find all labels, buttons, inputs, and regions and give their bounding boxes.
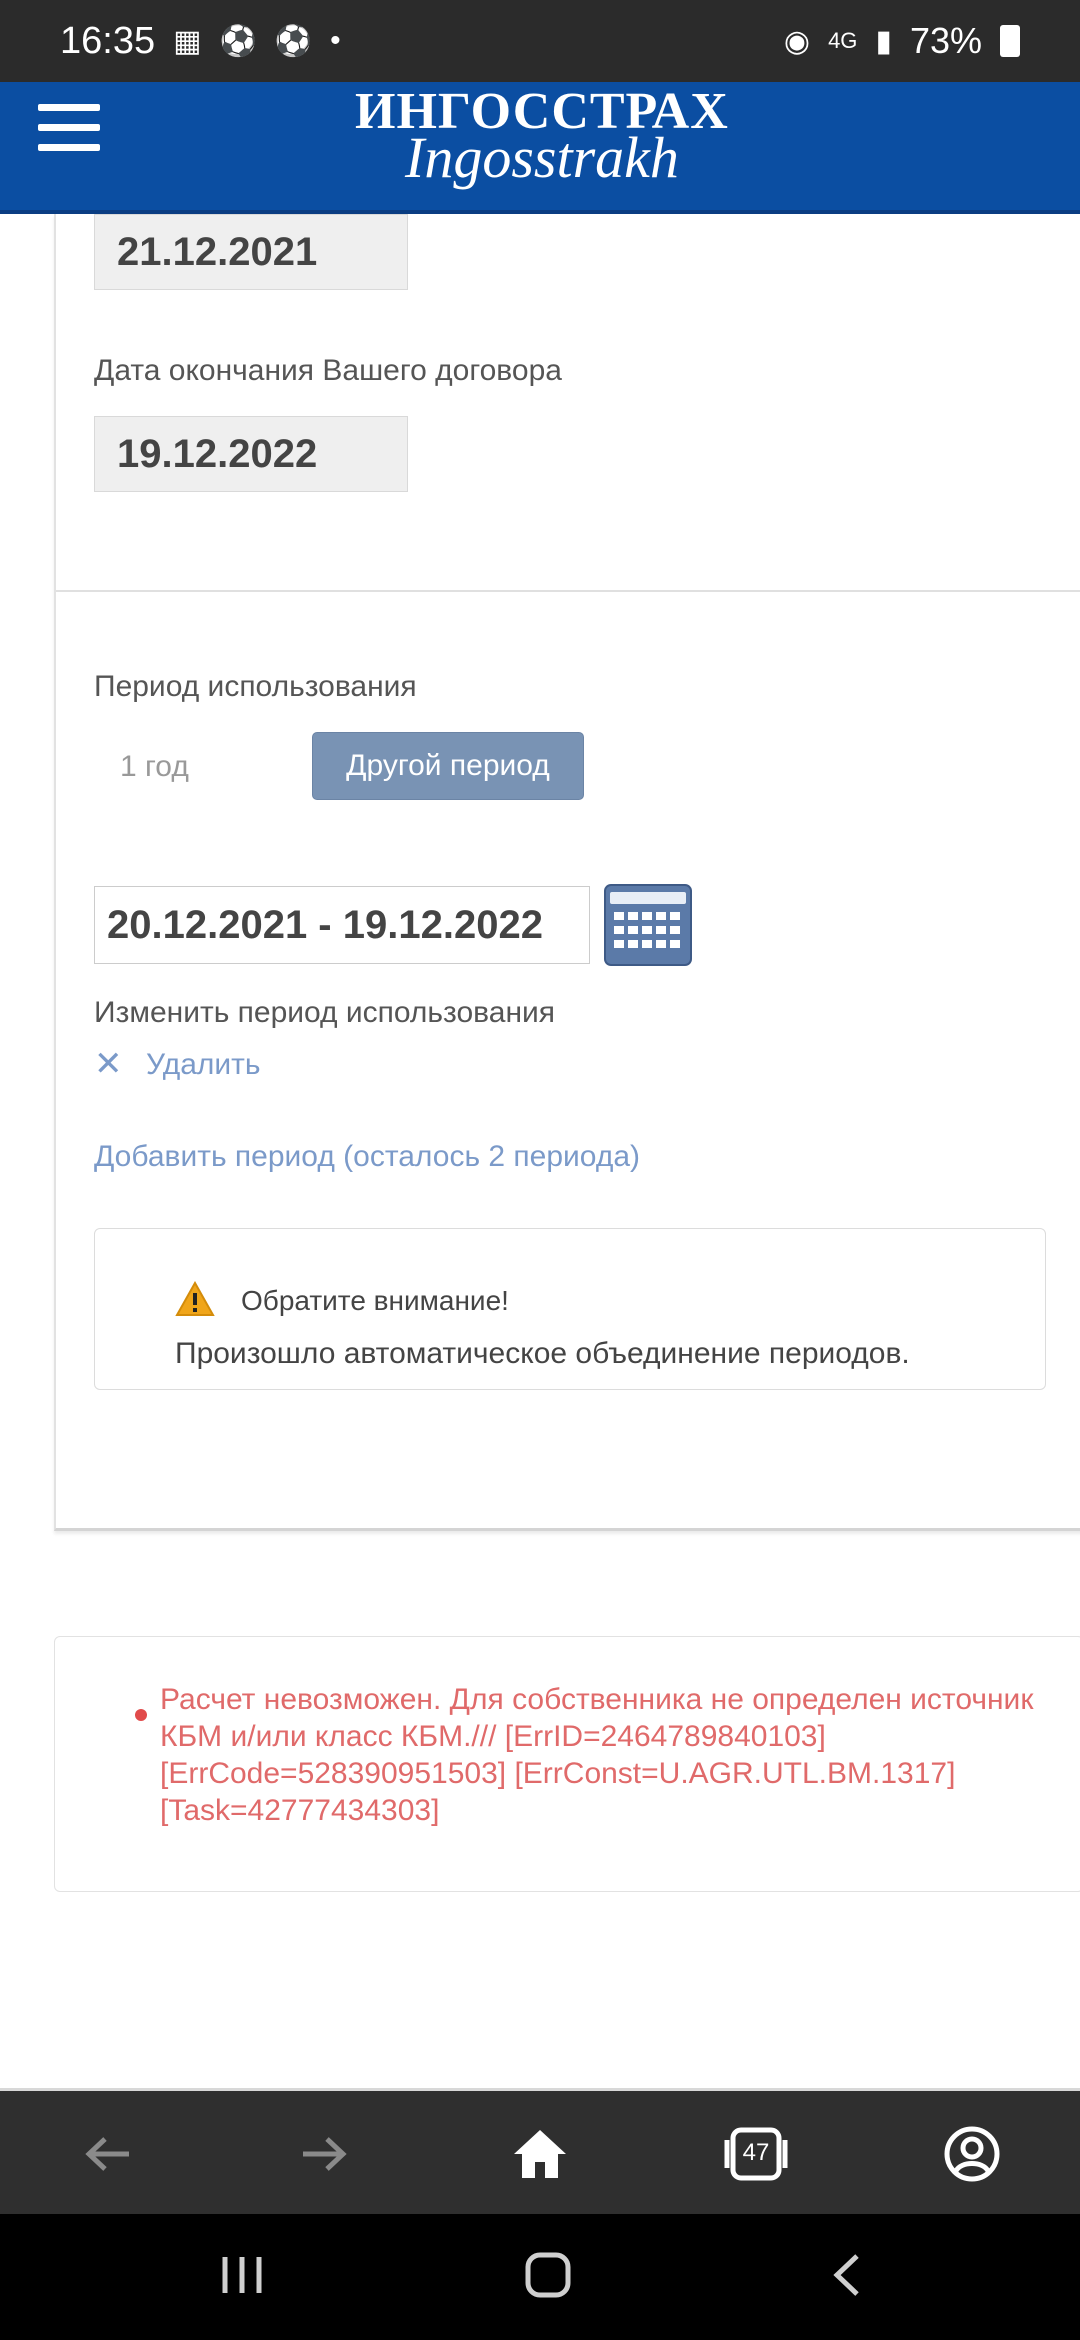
end-date-field[interactable]: 19.12.2022	[94, 416, 408, 492]
hotspot-icon: ◉	[783, 24, 811, 58]
policy-form-card: 21.12.2021 Дата окончания Вашего договор…	[54, 214, 1080, 1531]
account-icon[interactable]	[927, 2109, 1017, 2199]
end-date-label: Дата окончания Вашего договора	[94, 354, 562, 387]
add-period-link[interactable]: Добавить период (осталось 2 периода)	[94, 1140, 640, 1174]
remove-period-link[interactable]: Удалить	[146, 1048, 261, 1082]
warning-icon	[175, 1280, 215, 1317]
menu-icon[interactable]	[38, 104, 100, 166]
calendar-icon[interactable]	[604, 884, 692, 966]
other-period-button[interactable]: Другой период	[312, 732, 584, 800]
back-nav-icon[interactable]	[831, 2252, 861, 2303]
back-arrow-icon[interactable]	[63, 2109, 153, 2199]
period-option-1-year[interactable]: 1 год	[120, 750, 189, 784]
notice-box: Обратите внимание! Произошло автоматичес…	[94, 1228, 1046, 1390]
calendar-notification-icon: ▦	[173, 24, 202, 58]
error-bullet-icon	[135, 1709, 147, 1721]
error-card: Расчет невозможен. Для собственника не о…	[54, 1636, 1080, 1892]
football-notification-icon: ⚽	[274, 24, 313, 58]
more-notifications-icon: •	[330, 24, 341, 57]
app-header: ИНГОССТРАХ Ingosstrakh	[0, 82, 1080, 214]
notice-text: Произошло автоматическое объединение пер…	[175, 1337, 910, 1370]
period-range-input[interactable]: 20.12.2021 - 19.12.2022	[94, 886, 590, 964]
usage-period-label: Период использования	[94, 670, 417, 703]
signal-icon: ▮	[875, 24, 892, 58]
remove-icon[interactable]: ✕	[94, 1044, 123, 1084]
tabs-icon[interactable]: 47	[711, 2109, 801, 2199]
recent-apps-icon[interactable]	[219, 2255, 265, 2300]
status-time: 16:35	[60, 19, 156, 62]
network-type: 4G	[828, 28, 858, 53]
home-icon[interactable]	[495, 2109, 585, 2199]
start-date-field[interactable]: 21.12.2021	[94, 214, 408, 290]
tab-count: 47	[742, 2139, 770, 2166]
status-bar: 16:35 ▦ ⚽ ⚽ • ◉ 4G ▮ 73%	[0, 0, 1080, 82]
battery-icon	[1000, 25, 1020, 57]
system-nav-bar	[0, 2214, 1080, 2340]
notice-title: Обратите внимание!	[241, 1285, 509, 1316]
logo-script: Ingosstrakh	[405, 125, 679, 190]
change-period-label: Изменить период использования	[94, 996, 556, 1029]
error-message: Расчет невозможен. Для собственника не о…	[160, 1683, 1034, 1827]
football-notification-icon: ⚽	[219, 24, 257, 58]
battery-percent: 73%	[909, 20, 982, 61]
browser-toolbar: 47	[0, 2088, 1080, 2217]
forward-arrow-icon[interactable]	[279, 2109, 369, 2199]
home-nav-icon[interactable]	[524, 2251, 572, 2304]
section-divider	[56, 590, 1080, 592]
